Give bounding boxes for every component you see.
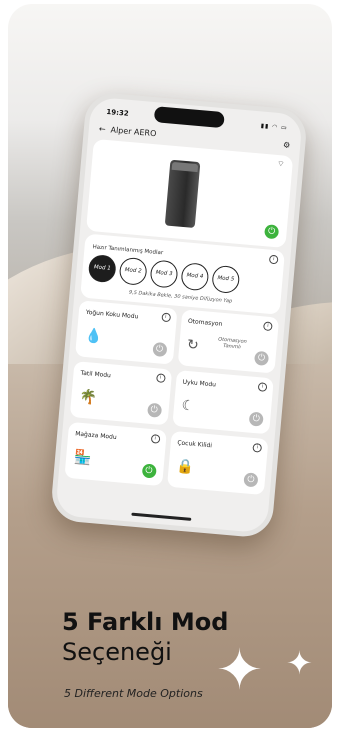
- headline-bold: 5 Farklı Mod: [62, 608, 229, 636]
- tile-label: Mağaza Modu: [74, 430, 117, 442]
- tile-holiday[interactable]: Tatil Modu i 🌴 ⏻: [69, 361, 172, 426]
- status-time: 19:32: [106, 107, 129, 118]
- tile-label: Çocuk Kilidi: [177, 439, 213, 450]
- drop-icon: 💧: [84, 327, 103, 346]
- tile-label: Yoğun Koku Modu: [85, 308, 139, 321]
- diffuser-device-image: [164, 159, 201, 229]
- power-toggle[interactable]: ⏻: [253, 350, 270, 366]
- moon-icon: ☾: [180, 397, 195, 415]
- signal-wifi-battery-icon: ▮▮ ◠ ▭: [260, 121, 289, 132]
- info-icon[interactable]: i: [155, 373, 166, 383]
- promo-card: 19:32 ▮▮ ◠ ▭ ← Alper AERO ⚙ ⌔ ⏻ Hazır Ta…: [8, 4, 332, 728]
- tile-child-lock[interactable]: Çocuk Kilidi i 🔒 ⏻: [166, 430, 269, 496]
- sparkle-small-icon: ✦: [286, 644, 313, 682]
- device-title: Alper AERO: [110, 125, 157, 139]
- mode-1-button[interactable]: Mod 1: [87, 254, 117, 284]
- headline-regular: Seçeneği: [62, 638, 172, 666]
- device-panel: ⌔ ⏻: [86, 138, 294, 249]
- palm-tree-icon: 🌴: [78, 388, 98, 407]
- mode-5-button[interactable]: Mod 5: [211, 264, 241, 295]
- back-arrow-icon[interactable]: ←: [99, 124, 106, 134]
- mode-tiles: Yoğun Koku Modu i 💧 ⏻ Otomasyon i ↻ Otom…: [64, 300, 280, 496]
- mode-3-button[interactable]: Mod 3: [149, 259, 179, 289]
- power-toggle[interactable]: ⏻: [146, 402, 162, 418]
- lock-icon: 🔒: [175, 458, 195, 476]
- wifi-icon: ⌔: [276, 158, 285, 169]
- info-icon[interactable]: i: [262, 321, 273, 332]
- tile-automation[interactable]: Otomasyon i ↻ Otomasyon Tanımlı ⏻: [177, 309, 280, 374]
- power-toggle[interactable]: ⏻: [243, 472, 259, 488]
- info-icon[interactable]: i: [268, 254, 279, 265]
- info-icon[interactable]: i: [150, 434, 160, 444]
- mode-2-button[interactable]: Mod 2: [118, 256, 148, 286]
- tile-sleep[interactable]: Uyku Modu i ☾ ⏻: [171, 370, 274, 435]
- phone-mockup: 19:32 ▮▮ ◠ ▭ ← Alper AERO ⚙ ⌔ ⏻ Hazır Ta…: [49, 91, 309, 539]
- info-icon[interactable]: i: [160, 312, 171, 323]
- tile-store[interactable]: Mağaza Modu i 🏪 ⏻: [64, 421, 167, 487]
- power-toggle[interactable]: ⏻: [151, 341, 168, 358]
- power-toggle[interactable]: ⏻: [248, 411, 264, 427]
- tile-label: Otomasyon: [187, 317, 223, 328]
- power-toggle[interactable]: ⏻: [141, 463, 157, 479]
- mode-4-button[interactable]: Mod 4: [180, 262, 210, 292]
- english-caption: 5 Different Mode Options: [64, 687, 203, 700]
- sparkle-icon: ✦: [216, 638, 263, 703]
- tile-intense-scent[interactable]: Yoğun Koku Modu i 💧 ⏻: [75, 300, 178, 365]
- tile-label: Tatil Modu: [80, 369, 112, 380]
- home-indicator: [131, 512, 192, 521]
- store-icon: 🏪: [73, 449, 93, 467]
- info-icon[interactable]: i: [257, 382, 268, 392]
- cycle-icon: ↻: [186, 336, 200, 354]
- gear-icon[interactable]: ⚙: [283, 140, 291, 150]
- tile-label: Uyku Modu: [182, 378, 217, 389]
- automation-status: Otomasyon Tanımlı: [217, 336, 248, 351]
- info-icon[interactable]: i: [252, 442, 263, 453]
- device-power-button[interactable]: ⏻: [264, 224, 280, 240]
